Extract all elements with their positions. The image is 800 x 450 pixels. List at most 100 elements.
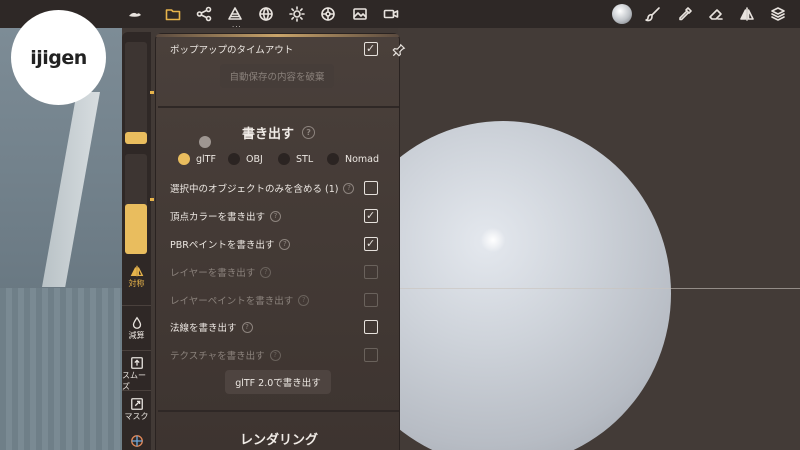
symmetry-side-icon: [130, 265, 143, 277]
option-vertex-color-checkbox[interactable]: ✓: [364, 209, 378, 223]
option-selected-only-checkbox[interactable]: [364, 181, 378, 195]
option-layer-paint: レイヤーペイントを書き出す ?: [170, 293, 310, 307]
sun-icon[interactable]: [288, 5, 306, 23]
sidepanel-separator: [122, 305, 151, 306]
option-label: レイヤーを書き出す: [170, 268, 256, 279]
discard-autosave-label: 自動保存の内容を破棄: [229, 72, 325, 83]
export-title-text: 書き出す: [242, 127, 295, 142]
mask-label: マスク: [124, 412, 149, 421]
help-icon[interactable]: ?: [269, 349, 281, 361]
option-label: レイヤーペイントを書き出す: [170, 296, 294, 307]
radio-indicator: [327, 153, 339, 165]
scene-icon[interactable]: [226, 5, 244, 23]
option-label: 選択中のオブジェクトのみを含める (1): [170, 184, 339, 195]
format-label: STL: [296, 153, 314, 165]
popup-timeout-row: ポップアップのタイムアウト: [170, 42, 293, 56]
image-icon[interactable]: [351, 5, 369, 23]
horizon-line: [398, 288, 800, 289]
option-normals-checkbox[interactable]: [364, 320, 378, 334]
check-mark: ✓: [366, 42, 376, 55]
format-radio-gltf[interactable]: glTF: [178, 153, 216, 165]
help-icon[interactable]: ?: [260, 266, 272, 278]
radio-indicator: [228, 153, 240, 165]
option-vertex-color: 頂点カラーを書き出す ?: [170, 209, 282, 223]
option-pbr-paint: PBRペイントを書き出す ?: [170, 237, 291, 251]
symmetry-button[interactable]: 対称: [122, 264, 151, 289]
eraser-icon[interactable]: [707, 5, 725, 23]
help-icon[interactable]: ?: [270, 210, 282, 222]
help-icon[interactable]: ?: [279, 238, 291, 250]
format-label: OBJ: [246, 153, 263, 165]
help-icon[interactable]: ?: [343, 182, 355, 194]
slider-tick: [150, 91, 154, 94]
decimate-button[interactable]: 減算: [122, 316, 151, 341]
help-icon[interactable]: ?: [241, 321, 253, 333]
radio-indicator: [278, 153, 290, 165]
help-icon[interactable]: ?: [298, 294, 310, 306]
drag-handle[interactable]: [199, 136, 211, 148]
mask-icon: [130, 398, 143, 410]
export-help-icon[interactable]: ?: [302, 126, 316, 139]
brand-logo-text: ijigen: [30, 46, 87, 69]
popup-timeout-checkbox[interactable]: ✓: [364, 42, 378, 56]
popup-timeout-label: ポップアップのタイムアウト: [170, 45, 294, 56]
color-wheel-icon: [130, 435, 143, 447]
globe-icon[interactable]: [257, 5, 275, 23]
format-radio-obj[interactable]: OBJ: [228, 153, 263, 165]
render-section-title: レンダリング: [240, 429, 318, 448]
symmetry-label: 対称: [128, 279, 145, 288]
sidepanel-separator: [122, 390, 151, 391]
scene-floor: [0, 288, 122, 450]
intensity-slider[interactable]: [125, 154, 147, 254]
brush-icon[interactable]: [644, 5, 662, 23]
discard-autosave-button[interactable]: 自動保存の内容を破棄: [220, 64, 334, 88]
format-label: Nomad: [345, 153, 380, 165]
share-icon[interactable]: [195, 5, 213, 23]
drop-icon: [132, 316, 141, 329]
video-icon[interactable]: [382, 5, 400, 23]
section-divider: [158, 106, 399, 108]
render-title-text: レンダリング: [240, 433, 319, 448]
slider-tick: [150, 198, 154, 201]
option-layers-checkbox[interactable]: [364, 265, 378, 279]
export-gltf-button[interactable]: glTF 2.0で書き出す: [225, 370, 331, 394]
format-radio-nomad[interactable]: Nomad: [327, 153, 379, 165]
smooth-icon: [130, 357, 143, 369]
app-root: ··· ijigen 対称 減算 スムーズ マスク ポップアップのタイムアウト …: [0, 0, 800, 450]
format-radio-stl[interactable]: STL: [278, 153, 313, 165]
aperture-icon[interactable]: [319, 5, 337, 23]
option-layers: レイヤーを書き出す ?: [170, 265, 272, 279]
option-label: テクスチャを書き出す: [170, 351, 265, 362]
option-label: 頂点カラーを書き出す: [170, 212, 266, 223]
logo-icon[interactable]: [126, 5, 144, 23]
folder-icon[interactable]: [164, 5, 182, 23]
radio-indicator: [178, 153, 190, 165]
mask-button[interactable]: マスク: [122, 397, 151, 422]
option-selected-only: 選択中のオブジェクトのみを含める (1) ?: [170, 181, 355, 195]
option-label: PBRペイントを書き出す: [170, 240, 275, 251]
symmetry-icon[interactable]: [738, 5, 756, 23]
material-sphere-icon[interactable]: [612, 4, 632, 24]
radius-slider[interactable]: [125, 42, 147, 144]
option-label: 法線を書き出す: [170, 323, 237, 334]
option-normals: 法線を書き出す ?: [170, 320, 253, 334]
option-pbr-paint-checkbox[interactable]: ✓: [364, 237, 378, 251]
sidepanel-separator: [122, 350, 151, 351]
radius-slider-fill: [125, 131, 147, 144]
export-section-title: 書き出す ?: [242, 123, 316, 142]
toolbar-dots: ···: [232, 23, 242, 31]
pin-icon[interactable]: [392, 42, 406, 57]
option-layer-paint-checkbox[interactable]: [364, 293, 378, 307]
sphere-highlight: [480, 228, 506, 252]
format-label: glTF: [196, 153, 216, 165]
smooth-button[interactable]: スムーズ: [122, 356, 151, 392]
color-wheel-button[interactable]: [122, 434, 151, 448]
brand-logo: ijigen: [11, 10, 106, 105]
option-textures-checkbox[interactable]: [364, 348, 378, 362]
panel-top-accent: [156, 34, 399, 37]
decimate-label: 減算: [128, 331, 145, 340]
eyedropper-icon[interactable]: [676, 5, 694, 23]
export-gltf-label: glTF 2.0で書き出す: [235, 378, 321, 389]
layers-icon[interactable]: [769, 5, 787, 23]
section-divider: [158, 410, 399, 412]
